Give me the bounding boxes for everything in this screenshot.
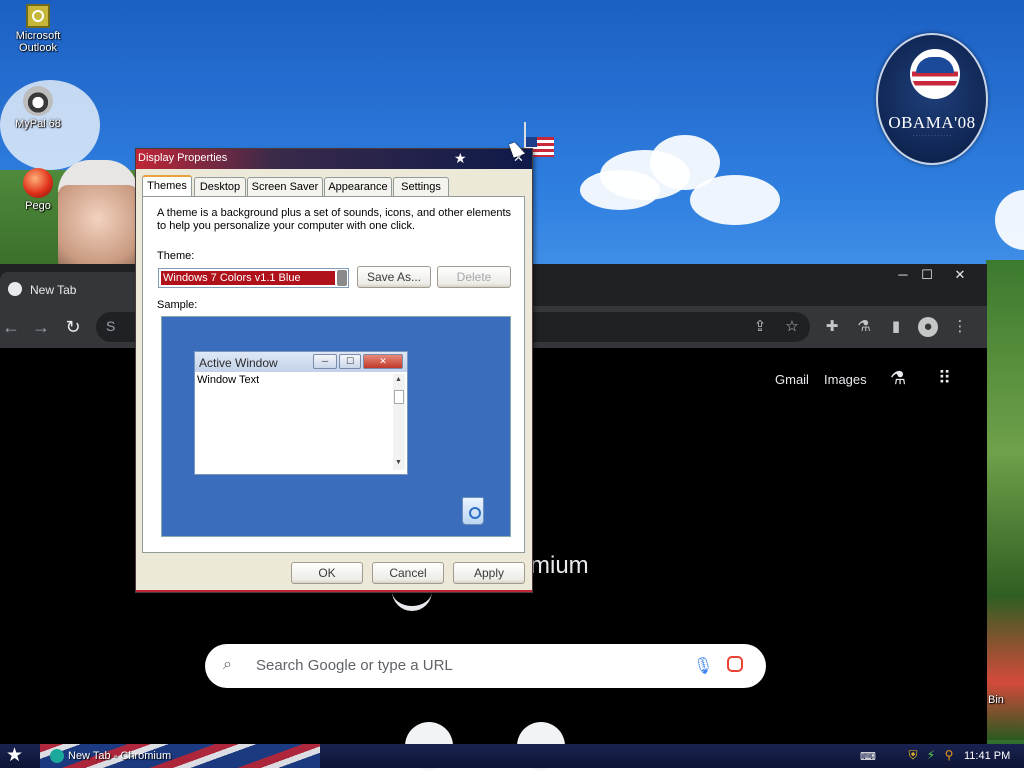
- scroll-down-icon: ▼: [395, 459, 402, 466]
- desktop-icon-label: Outlook: [19, 42, 57, 54]
- search-placeholder: Search Google or type a URL: [256, 657, 453, 674]
- apps-grid-icon[interactable]: ⠿: [938, 368, 951, 389]
- recycle-bin-icon: [462, 497, 484, 525]
- labs-flask-icon[interactable]: ⚗: [854, 317, 874, 337]
- mypal-raccoon-icon: [23, 86, 53, 116]
- maximize-button[interactable]: ☐: [914, 266, 940, 284]
- sample-label: Sample:: [157, 299, 198, 311]
- security-shield-icon[interactable]: ⛨: [906, 748, 920, 762]
- cloud: [580, 170, 660, 210]
- sample-active-window: Active Window ─ ☐ ✕ Window Text ▲ ▼: [194, 351, 408, 475]
- forward-icon[interactable]: →: [30, 316, 52, 338]
- themes-panel: A theme is a background plus a set of so…: [142, 196, 525, 553]
- tab-desktop[interactable]: Desktop: [194, 177, 246, 196]
- back-icon[interactable]: ←: [0, 316, 22, 338]
- tab-screen-saver[interactable]: Screen Saver: [247, 177, 323, 196]
- tab-themes[interactable]: Themes: [142, 175, 192, 197]
- voice-search-mic-icon[interactable]: 🎙: [693, 656, 713, 676]
- campaign-badge-text: OBAMA'08: [888, 113, 976, 132]
- dialog-title: Display Properties: [138, 152, 228, 164]
- network-icon[interactable]: ⚡: [924, 748, 938, 762]
- desktop-icon-label: MyPal 68: [15, 118, 61, 130]
- sample-scrollbar: ▲ ▼: [393, 374, 405, 470]
- desktop-icon-label: Bin: [988, 694, 1004, 706]
- cloud: [690, 175, 780, 225]
- chevron-down-icon[interactable]: [337, 270, 347, 286]
- reload-icon[interactable]: ↻: [62, 316, 84, 338]
- search-tray-icon[interactable]: ⚲: [942, 748, 956, 762]
- search-icon: ⌕: [223, 656, 232, 673]
- scroll-up-icon: ▲: [395, 376, 402, 383]
- tab-title: New Tab: [30, 283, 77, 297]
- campaign-badge: OBAMA'08 · · · · · · · · · · · · ·: [876, 33, 988, 165]
- desktop-icon-mypal[interactable]: MyPal 68: [0, 86, 76, 130]
- omnibox-text: S: [106, 318, 116, 334]
- outlook-icon: [26, 4, 50, 28]
- dialog-titlebar[interactable]: Display Properties ★ ✕: [136, 149, 532, 169]
- google-search-box[interactable]: ⌕ Search Google or type a URL 🎙: [205, 644, 766, 688]
- campaign-badge-url: · · · · · · · · · · · · ·: [912, 133, 952, 139]
- taskbar-clock[interactable]: 11:41 PM: [964, 750, 1010, 762]
- sample-window-titlebar: Active Window ─ ☐ ✕: [195, 352, 407, 372]
- images-link[interactable]: Images: [824, 372, 867, 387]
- brand-text: mium: [530, 552, 589, 579]
- dialog-bottom-accent: [136, 590, 532, 592]
- cloud: [995, 190, 1024, 250]
- scroll-thumb: [394, 390, 404, 404]
- delete-button[interactable]: Delete: [437, 266, 511, 288]
- display-properties-dialog: Display Properties ★ ✕ Themes Desktop Sc…: [135, 148, 533, 593]
- side-panel-icon[interactable]: ▮: [886, 317, 906, 337]
- theme-select-value: Windows 7 Colors v1.1 Blue: [161, 271, 335, 285]
- sample-window-title: Active Window: [199, 356, 278, 370]
- apply-button[interactable]: Apply: [453, 562, 525, 584]
- chromium-favicon-icon: [50, 749, 64, 763]
- bookmark-star-icon[interactable]: ☆: [782, 317, 802, 337]
- taskbar-item-label: New Tab - Chromium: [68, 750, 172, 762]
- keyboard-icon[interactable]: ⌨: [860, 750, 876, 763]
- labs-flask-icon[interactable]: ⚗: [890, 368, 906, 389]
- taskbar: ★ New Tab - Chromium ⌨ ⛨ ⚡ ⚲ 11:41 PM: [0, 744, 1024, 768]
- tab-settings[interactable]: Settings: [393, 177, 449, 196]
- gmail-link[interactable]: Gmail: [775, 372, 809, 387]
- ok-button[interactable]: OK: [291, 562, 363, 584]
- maximize-icon: ☐: [339, 354, 361, 369]
- pego-ball-icon: [23, 168, 53, 198]
- share-icon[interactable]: ⇪: [750, 317, 770, 337]
- close-button[interactable]: ✕: [947, 266, 973, 284]
- profile-avatar-icon[interactable]: ●: [918, 317, 938, 337]
- star-icon: ★: [454, 150, 467, 166]
- save-as-button[interactable]: Save As...: [357, 266, 431, 288]
- desktop-icon-pego[interactable]: Pego: [0, 168, 76, 212]
- sample-window-text: Window Text: [197, 374, 260, 386]
- desktop-icon-label: Microsoft: [15, 30, 61, 42]
- taskbar-item-chromium[interactable]: New Tab - Chromium: [46, 746, 206, 766]
- theme-sample-preview: Active Window ─ ☐ ✕ Window Text ▲ ▼: [161, 316, 511, 537]
- cancel-button[interactable]: Cancel: [372, 562, 444, 584]
- minimize-button[interactable]: ─: [890, 266, 916, 284]
- theme-label: Theme:: [157, 250, 195, 262]
- theme-select[interactable]: Windows 7 Colors v1.1 Blue: [158, 268, 349, 288]
- themes-description: A theme is a background plus a set of so…: [157, 207, 512, 232]
- wallpaper-trees-right: [986, 260, 1024, 740]
- campaign-logo-icon: [910, 49, 960, 99]
- google-lens-icon[interactable]: [727, 656, 743, 672]
- extensions-puzzle-icon[interactable]: ✚: [822, 317, 842, 337]
- desktop-icon-outlook[interactable]: Microsoft Outlook: [0, 4, 76, 54]
- tab-appearance[interactable]: Appearance: [324, 177, 392, 196]
- tab-favicon-icon: [8, 282, 22, 296]
- browser-tab[interactable]: New Tab: [0, 272, 150, 306]
- desktop-icon-label: Pego: [25, 200, 51, 212]
- start-button-star-icon[interactable]: ★: [6, 746, 23, 766]
- close-icon: ✕: [363, 354, 403, 369]
- minimize-icon: ─: [313, 354, 337, 369]
- menu-kebab-icon[interactable]: ⋮: [950, 317, 970, 337]
